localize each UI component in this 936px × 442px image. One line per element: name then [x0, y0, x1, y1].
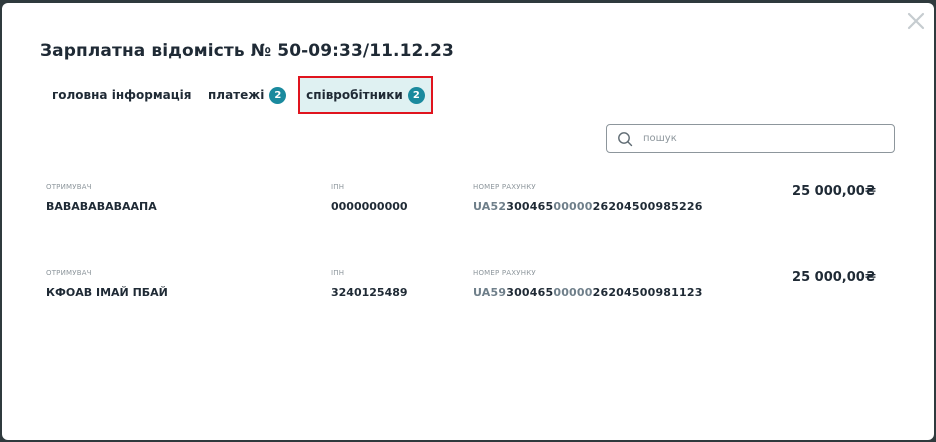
ipn-value: 3240125489: [331, 286, 408, 299]
search-box[interactable]: [606, 124, 895, 153]
tab-employees[interactable]: співробітники 2: [298, 76, 433, 114]
iban-zero-part: 00000: [553, 286, 593, 299]
search-icon: [618, 131, 633, 146]
tab-label: платежі: [208, 88, 265, 102]
iban-account-part: 26204500981123: [592, 286, 703, 299]
employee-row: ОТРИМУВАЧ КФОАВ ІМАЙ ПБАЙ ІПН 3240125489…: [2, 269, 934, 329]
salary-amount: 25 000,00₴: [792, 270, 876, 285]
iban-country-part: UA52: [473, 200, 507, 213]
page-title: Зарплатна відомість № 50-09:33/11.12.23: [40, 41, 454, 61]
recipient-name: КФОАВ ІМАЙ ПБАЙ: [46, 286, 168, 299]
account-label: НОМЕР РАХУНКУ: [473, 183, 536, 191]
iban-account-part: 26204500985226: [592, 200, 703, 213]
account-number: UA523004650000026204500985226: [473, 200, 703, 213]
iban-bank-code-part: 300465: [506, 286, 554, 299]
count-badge: 2: [269, 86, 287, 104]
salary-amount: 25 000,00₴: [792, 184, 876, 199]
count-badge: 2: [407, 86, 425, 104]
employee-row: ОТРИМУВАЧ ВАВАВАВАВААПА ІПН 0000000000 Н…: [2, 183, 934, 243]
tab-label: головна інформація: [52, 88, 192, 102]
tab-main-info[interactable]: головна інформація: [52, 85, 191, 105]
ipn-value: 0000000000: [331, 200, 408, 213]
recipient-label: ОТРИМУВАЧ: [46, 183, 92, 191]
search-input[interactable]: [641, 132, 875, 145]
ipn-label: ІПН: [331, 269, 345, 277]
ipn-label: ІПН: [331, 183, 345, 191]
close-button[interactable]: [905, 10, 927, 32]
recipient-label: ОТРИМУВАЧ: [46, 269, 92, 277]
iban-country-part: UA59: [473, 286, 507, 299]
salary-sheet-modal: Зарплатна відомість № 50-09:33/11.12.23 …: [2, 3, 934, 440]
iban-bank-code-part: 300465: [506, 200, 554, 213]
tab-label: співробітники: [306, 88, 403, 102]
account-label: НОМЕР РАХУНКУ: [473, 269, 536, 277]
iban-zero-part: 00000: [553, 200, 593, 213]
tab-payments[interactable]: платежі 2: [208, 85, 287, 105]
account-number: UA593004650000026204500981123: [473, 286, 703, 299]
recipient-name: ВАВАВАВАВААПА: [46, 200, 157, 213]
close-icon: [907, 12, 925, 30]
